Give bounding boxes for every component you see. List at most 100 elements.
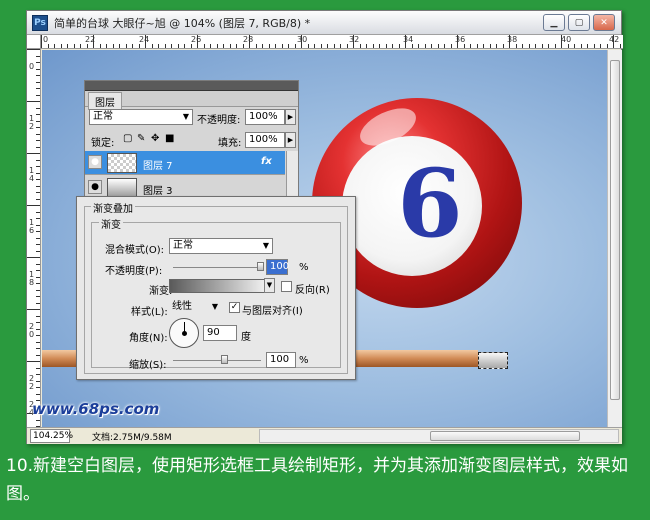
ruler-label: 32	[349, 35, 360, 44]
scale-slider-handle[interactable]	[221, 355, 228, 364]
ruler-tick	[36, 367, 40, 369]
blend-mode-label: 混合模式(O):	[105, 245, 165, 256]
blend-mode-select[interactable]: 正常 ▼	[89, 109, 193, 125]
ruler-tick	[528, 44, 530, 48]
ruler-tick	[145, 35, 146, 48]
ruler-tick	[36, 120, 40, 122]
ruler-tick	[36, 380, 40, 382]
ruler-tick	[36, 374, 40, 375]
vertical-scrollbar[interactable]	[607, 50, 622, 427]
layer-row-selected[interactable]: ● 图层 7 fx	[85, 151, 285, 175]
document-size-info[interactable]: 文档:2.75M/9.58M	[92, 430, 202, 443]
visibility-eye-icon[interactable]: ●	[88, 155, 102, 169]
ruler-tick	[36, 341, 40, 343]
ruler-tick	[353, 35, 354, 48]
opacity-field[interactable]: 100	[266, 259, 289, 275]
layers-scrollbar[interactable]	[286, 151, 298, 199]
rectangle-selection[interactable]	[478, 352, 508, 369]
opacity-label: 不透明度(P):	[105, 266, 163, 277]
scale-unit: %	[299, 355, 309, 366]
lock-brush-icon[interactable]: ✎	[137, 133, 145, 144]
opacity-slider[interactable]	[173, 267, 261, 268]
fill-field[interactable]: 100%	[245, 132, 285, 148]
ruler-tick	[36, 81, 40, 83]
ruler-tick	[36, 68, 40, 70]
ruler-tick	[392, 44, 393, 48]
ruler-tick	[398, 44, 400, 48]
horizontal-ruler[interactable]: 02224262830323436384042	[41, 35, 623, 49]
lock-all-icon[interactable]: ■	[165, 133, 174, 144]
align-with-layer-checkbox[interactable]: ✓	[229, 302, 240, 313]
horizontal-scrollbar[interactable]	[259, 429, 619, 443]
gradient-dropdown-icon[interactable]: ▼	[264, 278, 275, 293]
blend-mode-select[interactable]: 正常 ▼	[169, 238, 273, 254]
ruler-tick	[242, 44, 244, 48]
window-title: 简单的台球 大眼仔~旭 @ 104% (图层 7, RGB/8) *	[54, 16, 311, 30]
ruler-tick	[320, 44, 322, 48]
reverse-checkbox[interactable]	[281, 281, 292, 292]
ruler-tick	[27, 205, 40, 206]
ruler-tick	[27, 101, 40, 102]
style-label: 样式(L):	[131, 307, 168, 318]
ruler-tick	[36, 172, 40, 174]
vertical-scroll-thumb[interactable]	[610, 60, 620, 400]
lock-move-icon[interactable]: ✥	[151, 133, 159, 144]
zoom-level-field[interactable]: 104.25%	[30, 429, 73, 443]
ruler-tick	[203, 44, 205, 48]
scale-field[interactable]: 100	[266, 352, 296, 368]
angle-dial[interactable]	[169, 318, 199, 348]
ruler-tick	[190, 44, 192, 48]
ruler-tick	[509, 35, 510, 48]
watermark: www.68ps.com	[32, 400, 160, 418]
ruler-tick	[36, 146, 40, 148]
vertical-ruler[interactable]: 012141618202224	[27, 49, 41, 427]
ruler-label: 14	[29, 166, 35, 183]
ruler-tick	[294, 44, 296, 48]
layer-name[interactable]: 图层 7	[143, 157, 173, 172]
ruler-tick	[580, 44, 582, 48]
ruler-label: 12	[29, 114, 35, 131]
tutorial-caption: 10.新建空白图层，使用矩形选框工具绘制矩形，并为其添加渐变图层样式，效果如图。	[6, 456, 629, 504]
minimize-button[interactable]: ▁	[543, 14, 565, 31]
ruler-tick	[36, 211, 40, 213]
layer-name[interactable]: 图层 3	[143, 182, 173, 197]
blend-mode-value: 正常	[93, 111, 113, 122]
ruler-tick	[587, 44, 588, 48]
ruler-tick	[151, 44, 153, 48]
ruler-tick	[424, 44, 426, 48]
tab-layers[interactable]: 图层	[88, 92, 122, 110]
fill-arrow-icon[interactable]: ▶	[285, 132, 296, 148]
panel-header[interactable]	[85, 81, 298, 91]
ruler-label: 0	[43, 35, 49, 44]
ruler-tick	[281, 44, 283, 48]
ruler-tick	[36, 283, 40, 284]
ball-number-disc: 6	[342, 136, 482, 276]
visibility-eye-icon[interactable]: ●	[88, 180, 102, 194]
ruler-tick	[36, 166, 40, 167]
gradient-picker[interactable]	[169, 279, 265, 293]
opacity-slider-handle[interactable]	[257, 262, 264, 271]
ruler-tick	[561, 35, 562, 48]
ruler-tick	[379, 44, 380, 48]
style-select[interactable]: 线性 ▼	[169, 300, 221, 316]
angle-field[interactable]: 90	[203, 325, 237, 341]
close-button[interactable]: ✕	[593, 14, 615, 31]
ruler-tick	[197, 35, 198, 48]
ruler-tick	[405, 35, 406, 48]
horizontal-scroll-thumb[interactable]	[430, 431, 580, 441]
opacity-field[interactable]: 100%	[245, 109, 285, 125]
maximize-button[interactable]: ▢	[568, 14, 590, 31]
layers-panel: 图层 正常 ▼ 不透明度: 100% ▶ 锁定: ▢ ✎ ✥ ■ 填充: 100…	[84, 80, 299, 200]
scale-slider[interactable]	[173, 360, 261, 361]
opacity-arrow-icon[interactable]: ▶	[285, 109, 296, 125]
lock-transparency-icon[interactable]: ▢	[123, 133, 132, 144]
lock-label: 锁定:	[91, 138, 115, 149]
fx-icon[interactable]: fx	[261, 156, 272, 167]
ruler-tick	[483, 44, 484, 48]
title-bar[interactable]: Ps 简单的台球 大眼仔~旭 @ 104% (图层 7, RGB/8) * ▁ …	[27, 11, 621, 35]
ruler-tick	[171, 44, 172, 48]
ruler-tick	[444, 44, 445, 48]
ruler-origin[interactable]	[27, 35, 41, 49]
ruler-label: 42	[609, 35, 620, 44]
ruler-tick	[112, 44, 114, 48]
